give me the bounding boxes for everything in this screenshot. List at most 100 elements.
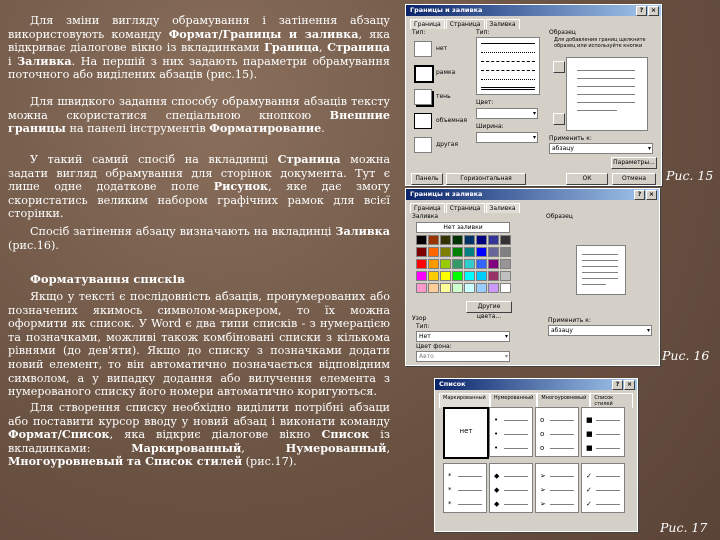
bullet-style-option[interactable]: * * * bbox=[443, 463, 487, 513]
color-swatch[interactable] bbox=[440, 235, 451, 245]
cancel-button[interactable]: Отмена bbox=[612, 173, 656, 185]
params-button[interactable]: Параметры... bbox=[611, 157, 657, 169]
tab-border[interactable]: Граница bbox=[410, 19, 445, 29]
bullet-style-option[interactable]: • • • bbox=[489, 407, 533, 457]
border-bottom-button[interactable] bbox=[553, 113, 565, 125]
color-swatch[interactable] bbox=[452, 247, 463, 257]
type-3d-icon[interactable] bbox=[414, 113, 432, 129]
color-swatch[interactable] bbox=[500, 247, 511, 257]
close-icon[interactable]: × bbox=[624, 380, 635, 390]
help-icon[interactable]: ? bbox=[636, 6, 647, 16]
pattern-type-select[interactable]: Нет bbox=[416, 331, 510, 342]
color-swatch[interactable] bbox=[440, 283, 451, 293]
horizontal-line-button[interactable]: Горизонтальная линия... bbox=[446, 173, 526, 185]
color-swatch[interactable] bbox=[416, 271, 427, 281]
color-swatch[interactable] bbox=[416, 247, 427, 257]
color-swatch[interactable] bbox=[488, 259, 499, 269]
ok-button[interactable]: ОК bbox=[566, 173, 608, 185]
color-swatch[interactable] bbox=[500, 283, 511, 293]
apply-label: Применить к: bbox=[549, 135, 592, 142]
tab-page[interactable]: Страница bbox=[445, 203, 485, 213]
color-swatch[interactable] bbox=[464, 235, 475, 245]
section-heading-lists: Форматування списків bbox=[30, 272, 185, 286]
color-swatch[interactable] bbox=[464, 283, 475, 293]
toolbar-button[interactable]: Панель bbox=[411, 173, 443, 185]
border-top-button[interactable] bbox=[553, 61, 565, 73]
bullet-style-option[interactable]: ◆ ◆ ◆ bbox=[489, 463, 533, 513]
color-swatch[interactable] bbox=[488, 247, 499, 257]
color-swatch[interactable] bbox=[464, 259, 475, 269]
paragraph-create-list: Для створення списку необхідно виділити … bbox=[8, 401, 390, 469]
color-swatch[interactable] bbox=[500, 235, 511, 245]
background-color-select[interactable]: Авто bbox=[416, 351, 510, 362]
p5-text: Якщо у тексті є послідовність абзаців, п… bbox=[8, 290, 390, 399]
apply-select[interactable]: абзацу bbox=[548, 325, 652, 336]
tab-multilevel[interactable]: Многоуровневый bbox=[537, 393, 591, 408]
color-swatch[interactable] bbox=[476, 247, 487, 257]
p6-command: Формат/Список bbox=[8, 427, 110, 442]
apply-select[interactable]: абзацу bbox=[549, 143, 653, 154]
color-swatch[interactable] bbox=[476, 283, 487, 293]
color-swatch[interactable] bbox=[476, 259, 487, 269]
color-swatch[interactable] bbox=[416, 235, 427, 245]
color-swatch[interactable] bbox=[500, 271, 511, 281]
color-swatch[interactable] bbox=[452, 235, 463, 245]
bullet-glyph: ✓ bbox=[586, 472, 592, 480]
tab-fill[interactable]: Заливка bbox=[485, 19, 520, 29]
type-label: Тип: bbox=[412, 29, 426, 36]
type-shadow-icon[interactable] bbox=[414, 89, 432, 105]
tab-bulleted[interactable]: Маркированный bbox=[439, 393, 490, 408]
p6-dialog-name: Список bbox=[321, 427, 370, 442]
color-swatch[interactable] bbox=[416, 259, 427, 269]
color-swatch[interactable] bbox=[488, 271, 499, 281]
width-select[interactable] bbox=[476, 132, 538, 143]
type-none-icon[interactable] bbox=[414, 41, 432, 57]
tab-numbered[interactable]: Нумерованный bbox=[489, 393, 538, 408]
help-icon[interactable]: ? bbox=[634, 190, 645, 200]
bullet-style-none[interactable]: нет bbox=[443, 407, 489, 459]
color-swatch[interactable] bbox=[500, 259, 511, 269]
color-select[interactable] bbox=[476, 108, 538, 119]
p6-end: (рис.17). bbox=[242, 455, 297, 469]
no-fill-button[interactable]: Нет заливки bbox=[416, 222, 510, 233]
color-swatch[interactable] bbox=[452, 271, 463, 281]
color-swatch[interactable] bbox=[476, 271, 487, 281]
help-icon[interactable]: ? bbox=[612, 380, 623, 390]
dialog-title: Список bbox=[439, 380, 466, 388]
color-swatch[interactable] bbox=[428, 283, 439, 293]
color-swatch[interactable] bbox=[428, 247, 439, 257]
color-swatch[interactable] bbox=[464, 247, 475, 257]
color-swatch[interactable] bbox=[452, 283, 463, 293]
color-swatch[interactable] bbox=[488, 235, 499, 245]
color-swatch[interactable] bbox=[464, 271, 475, 281]
bullet-style-option[interactable]: ➢ ➢ ➢ bbox=[535, 463, 579, 513]
p1-tab-page: Страница bbox=[327, 40, 390, 55]
tab-page[interactable]: Страница bbox=[445, 19, 485, 29]
color-swatch[interactable] bbox=[452, 259, 463, 269]
bullet-style-option[interactable]: ooo bbox=[535, 407, 579, 457]
tab-border[interactable]: Граница bbox=[410, 203, 445, 213]
color-swatch[interactable] bbox=[440, 271, 451, 281]
color-swatch[interactable] bbox=[428, 259, 439, 269]
color-swatch[interactable] bbox=[416, 283, 427, 293]
type-box-icon[interactable] bbox=[414, 65, 434, 83]
close-icon[interactable]: × bbox=[646, 190, 657, 200]
color-swatch[interactable] bbox=[440, 247, 451, 257]
tab-list-styles[interactable]: Список стилей bbox=[590, 393, 633, 408]
bullet-style-option[interactable]: ✓ ✓ ✓ bbox=[581, 463, 625, 513]
color-swatch[interactable] bbox=[428, 235, 439, 245]
color-swatch[interactable] bbox=[440, 259, 451, 269]
caption-fig17: Рис. 17 bbox=[660, 520, 708, 535]
bullet-style-option[interactable]: ■ ■ ■ bbox=[581, 407, 625, 457]
more-colors-button[interactable]: Другие цвета... bbox=[466, 301, 512, 320]
color-swatch[interactable] bbox=[428, 271, 439, 281]
color-swatch[interactable] bbox=[488, 283, 499, 293]
line-style-list[interactable] bbox=[476, 37, 540, 95]
shading-preview bbox=[576, 245, 626, 295]
color-swatch[interactable] bbox=[476, 235, 487, 245]
type-custom-icon[interactable] bbox=[414, 137, 432, 153]
close-icon[interactable]: × bbox=[648, 6, 659, 16]
tab-fill[interactable]: Заливка bbox=[485, 203, 520, 213]
dialog-title: Границы и заливка bbox=[410, 190, 483, 198]
border-preview[interactable] bbox=[566, 57, 648, 131]
